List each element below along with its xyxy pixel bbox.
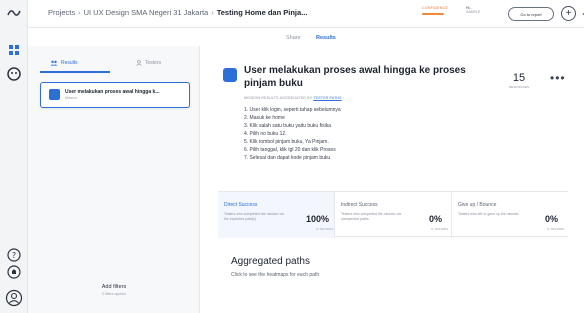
mission-steps: 1. User klik login, seperti tahap sebelu… bbox=[244, 106, 484, 162]
active-tab-indicator bbox=[40, 71, 110, 73]
list-item: 4. Pilih no buku 12. bbox=[244, 131, 287, 137]
breadcrumb-current: Testing Home dan Pinja... bbox=[216, 8, 308, 17]
top-bar: Projects › UI UX Design SMA Negeri 31 Jaka… bbox=[28, 0, 584, 28]
list-item: 1. User klik login, seperti tahap sebelu… bbox=[244, 107, 341, 113]
tester-paths-link[interactable]: TESTER PATHS bbox=[313, 96, 341, 100]
success-stats: Direct Success Testers who completed the… bbox=[218, 191, 568, 238]
mission-title: User melakukan proses awal hingga ke pro… bbox=[244, 65, 466, 89]
mission-meta-prefix: MISSION RESULTS AGGREGATED BY bbox=[244, 96, 313, 100]
mission-icon bbox=[49, 89, 60, 100]
list-item: 5. Klik tombol pinjam buku, Ya Pinjam. bbox=[244, 139, 329, 145]
stat-percent: 0% bbox=[429, 214, 443, 224]
people-icon bbox=[50, 60, 58, 66]
breadcrumb-projects[interactable]: Projects bbox=[48, 8, 75, 17]
more-options-icon[interactable]: ••• bbox=[550, 72, 566, 84]
stat-direct-success: Direct Success Testers who completed the… bbox=[218, 192, 335, 238]
tab-share[interactable]: Share bbox=[286, 35, 301, 41]
stat-title: Direct Success bbox=[224, 202, 258, 208]
aggregated-paths-subtitle: Click to see the heatmaps for each path bbox=[231, 272, 320, 278]
stat-unit: % TESTERS bbox=[431, 227, 449, 231]
responses-label: RESPONSES bbox=[508, 85, 530, 89]
stat-unit: % TESTERS bbox=[547, 227, 565, 231]
confidence-sample: SAMPLE bbox=[466, 10, 481, 14]
person-icon bbox=[136, 60, 142, 66]
help-icon[interactable]: ? bbox=[6, 247, 22, 263]
confidence-indicator: CONFIDENCE bbox=[422, 6, 466, 15]
panel-tab-results[interactable]: Results bbox=[50, 60, 78, 66]
breadcrumb: Projects › UI UX Design SMA Negeri 31 Jaka… bbox=[48, 8, 308, 17]
stat-description: Testers who completed the mission via un… bbox=[341, 212, 401, 221]
confidence-bar bbox=[422, 13, 444, 15]
missions-panel: Results Testers User melakukan proses aw… bbox=[28, 46, 200, 313]
panel-tab-testers[interactable]: Testers bbox=[136, 60, 161, 66]
list-item: 6. Pilih tanggal, klik tgl 20 dan klik P… bbox=[244, 147, 336, 153]
tab-results[interactable]: Results bbox=[316, 35, 336, 41]
mission-card-title: User melakukan proses awal hingga k... bbox=[65, 89, 160, 95]
stat-percent: 100% bbox=[306, 214, 330, 224]
list-item: 2. Masuk ke home bbox=[244, 115, 285, 121]
stat-title: Give up / Bounce bbox=[458, 202, 497, 208]
mission-card[interactable]: User melakukan proses awal hingga k... M… bbox=[40, 82, 190, 108]
logo-icon[interactable] bbox=[6, 5, 22, 21]
go-to-report-button[interactable]: Go to report bbox=[508, 7, 554, 21]
stat-indirect-success: Indirect Success Testers who completed t… bbox=[335, 192, 452, 238]
mission-card-subtitle: Mission bbox=[65, 96, 77, 100]
view-tabs: Share Results bbox=[28, 28, 584, 46]
stat-unit: % TESTERS bbox=[316, 227, 334, 231]
confidence-level: HI... SAMPLE bbox=[466, 6, 480, 14]
aggregated-paths-title: Aggregated paths bbox=[231, 256, 310, 267]
panel-tab-testers-label: Testers bbox=[145, 60, 162, 66]
bell-icon[interactable] bbox=[6, 264, 22, 280]
face-icon[interactable] bbox=[6, 66, 22, 82]
list-item: 3. Klik salah satu buku yaitu buku fisik… bbox=[244, 123, 331, 129]
stat-description: Testers who left or gave up the mission. bbox=[458, 212, 520, 216]
grid-icon[interactable] bbox=[6, 42, 22, 58]
panel-tab-results-label: Results bbox=[61, 60, 78, 66]
mission-meta-suffix: ↓ bbox=[342, 96, 345, 100]
stat-percent: 0% bbox=[545, 214, 559, 224]
responses-count: 15 RESPONSES bbox=[502, 72, 536, 89]
account-icon[interactable] bbox=[5, 289, 23, 307]
filters-applied-count: 0 filters applied bbox=[102, 292, 126, 296]
plus-icon[interactable]: + bbox=[561, 6, 576, 21]
add-filters-label: Add filters bbox=[101, 284, 127, 290]
mission-results: User melakukan proses awal hingga ke pro… bbox=[200, 46, 584, 313]
app-rail: ? bbox=[0, 0, 28, 313]
breadcrumb-project[interactable]: UI UX Design SMA Negeri 31 Jakarta bbox=[84, 8, 209, 17]
confidence-label: CONFIDENCE bbox=[422, 6, 449, 10]
panel-tabs: Results Testers bbox=[28, 46, 200, 74]
list-item: 7. Selesai dan dapat kode pinjam buku bbox=[244, 155, 331, 161]
svg-text:?: ? bbox=[12, 251, 16, 260]
stat-description: Testers who completed the mission via th… bbox=[224, 212, 284, 221]
stat-title: Indirect Success bbox=[341, 202, 378, 208]
stat-give-up: Give up / Bounce Testers who left or gav… bbox=[452, 192, 568, 238]
add-filters-button[interactable]: Add filters 0 filters applied bbox=[28, 284, 200, 296]
mission-meta: MISSION RESULTS AGGREGATED BY TESTER PAT… bbox=[244, 96, 345, 100]
mission-header-icon bbox=[223, 68, 237, 82]
responses-value: 15 bbox=[512, 72, 526, 84]
